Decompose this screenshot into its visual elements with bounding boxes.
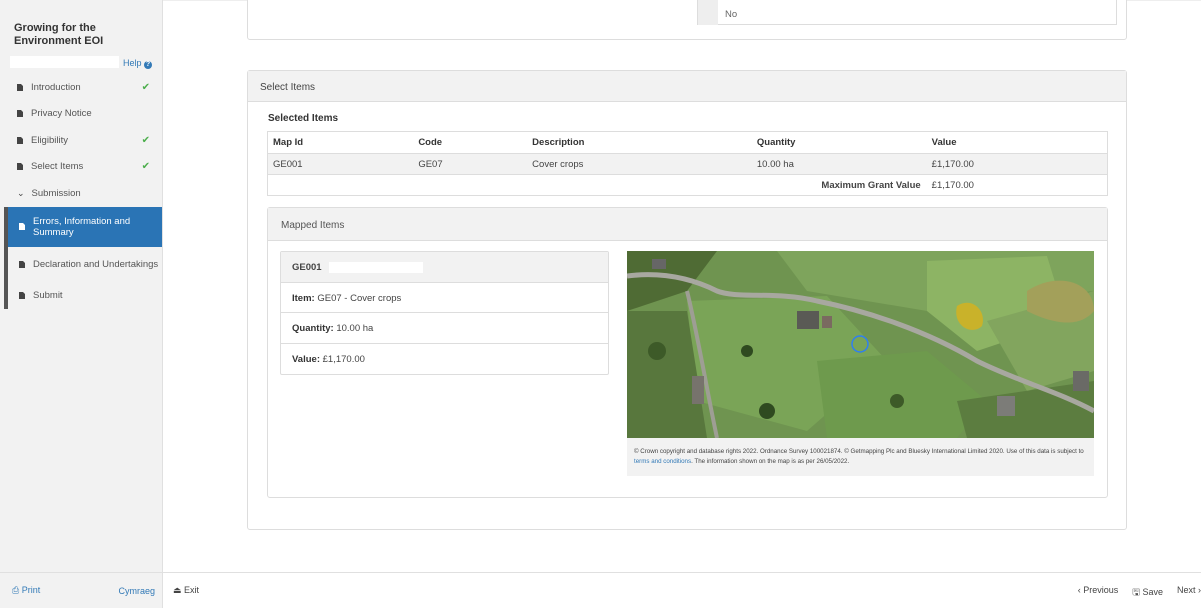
column-header: Description bbox=[527, 131, 752, 154]
app-title: Growing for the Environment EOI bbox=[14, 22, 104, 47]
bottom-toolbar: ⏏ Exit ‹ Previous 🖫 Save Next › bbox=[163, 572, 1201, 608]
next-label: Next bbox=[1176, 585, 1196, 595]
table-row: GE001 GE07 Cover crops 10.00 ha £1,170.0… bbox=[267, 153, 1108, 175]
sidebar-tools: Help ? bbox=[0, 55, 162, 69]
save-icon: 🖫 bbox=[1132, 587, 1140, 597]
card-header: GE001 bbox=[281, 252, 608, 283]
sidebar-item-label: Privacy Notice bbox=[31, 108, 92, 120]
sidebar-item-eligibility[interactable]: Eligibility ✔ bbox=[0, 127, 162, 154]
radio-button[interactable] bbox=[698, 0, 718, 25]
sidebar-item-errors-summary[interactable]: Errors, Information and Summary bbox=[8, 206, 162, 247]
print-link[interactable]: ⎙ Print bbox=[12, 585, 40, 596]
eject-icon: ⏏ bbox=[173, 585, 182, 595]
document-icon bbox=[19, 292, 25, 299]
column-header: Quantity bbox=[751, 131, 927, 154]
sidebar-group-submission[interactable]: ⌄ Submission bbox=[0, 180, 162, 207]
attribution-text: © Crown copyright and database rights 20… bbox=[634, 448, 1084, 455]
aerial-map[interactable] bbox=[627, 251, 1094, 438]
redacted-region bbox=[329, 262, 423, 273]
card-value-row: Value: £1,170.00 bbox=[281, 344, 608, 375]
checkmark-icon: ✔ bbox=[141, 161, 150, 173]
card-item-row: Item: GE07 - Cover crops bbox=[281, 283, 608, 313]
cell-code: GE07 bbox=[413, 153, 528, 175]
help-label: Help bbox=[122, 58, 142, 68]
column-header: Value bbox=[926, 131, 1108, 154]
document-icon bbox=[19, 223, 25, 230]
sidebar-item-label: Errors, Information and Summary bbox=[33, 215, 131, 238]
chevron-left-icon: ‹ bbox=[1077, 585, 1081, 595]
card-item-value: GE07 - Cover crops bbox=[317, 292, 402, 304]
previous-question-panel: No bbox=[247, 0, 1127, 40]
chevron-down-icon: ⌄ bbox=[17, 187, 25, 198]
sidebar-item-declaration[interactable]: Declaration and Undertakings bbox=[8, 247, 162, 283]
mapped-items-panel: Mapped Items GE001 Item: GE07 - Cover cr… bbox=[267, 207, 1108, 498]
max-grant-label: Maximum Grant Value bbox=[267, 174, 927, 196]
cell-map-id: GE001 bbox=[267, 153, 414, 175]
radio-option-no[interactable]: No bbox=[697, 0, 1117, 25]
print-label: Print bbox=[21, 585, 41, 595]
sidebar-item-label: Declaration and Undertakings bbox=[33, 259, 159, 270]
previous-label: Previous bbox=[1083, 585, 1119, 595]
document-icon bbox=[17, 83, 23, 91]
exit-label: Exit bbox=[184, 585, 200, 595]
checkmark-icon: ✔ bbox=[141, 134, 150, 146]
card-quantity-value: 10.00 ha bbox=[336, 323, 374, 334]
checkmark-icon: ✔ bbox=[141, 81, 150, 93]
card-value-value: £1,170.00 bbox=[322, 353, 365, 365]
navigation-buttons: ‹ Previous 🖫 Save Next › bbox=[1078, 585, 1201, 601]
next-button[interactable]: Next › bbox=[1177, 585, 1201, 601]
select-items-panel: Select Items Selected Items Map Id Code … bbox=[247, 70, 1127, 530]
document-icon bbox=[17, 110, 23, 118]
sidebar-subnav: Errors, Information and Summary Declarat… bbox=[4, 206, 162, 309]
panel-title: Select Items bbox=[248, 71, 1126, 102]
card-id: GE001 bbox=[292, 262, 322, 273]
mapped-item-card: GE001 Item: GE07 - Cover crops Quantity:… bbox=[280, 251, 609, 375]
terms-link[interactable]: terms and conditions bbox=[634, 458, 691, 465]
help-icon: ? bbox=[144, 61, 152, 69]
max-grant-value: £1,170.00 bbox=[926, 174, 1108, 196]
cell-value: £1,170.00 bbox=[926, 153, 1108, 175]
radio-label: No bbox=[725, 9, 738, 20]
card-item-label: Item: bbox=[292, 292, 315, 304]
sidebar-search-box[interactable] bbox=[10, 56, 119, 68]
total-row: Maximum Grant Value £1,170.00 bbox=[267, 174, 1108, 196]
card-quantity-label: Quantity: bbox=[292, 323, 334, 334]
save-button[interactable]: 🖫 Save bbox=[1132, 585, 1163, 601]
map-attribution: © Crown copyright and database rights 20… bbox=[634, 447, 1094, 466]
sidebar-item-label: Submit bbox=[33, 290, 63, 301]
document-icon bbox=[19, 261, 25, 268]
sidebar-item-label: Introduction bbox=[31, 81, 81, 93]
exit-button[interactable]: ⏏ Exit bbox=[173, 585, 199, 596]
sidebar-item-introduction[interactable]: Introduction ✔ bbox=[0, 74, 162, 101]
selected-items-table: Map Id Code Description Quantity Value G… bbox=[267, 131, 1108, 196]
language-link[interactable]: Cymraeg bbox=[118, 586, 155, 596]
sidebar-footer: ⎙ Print Cymraeg bbox=[0, 572, 163, 608]
table-header-row: Map Id Code Description Quantity Value bbox=[267, 131, 1108, 154]
previous-button[interactable]: ‹ Previous bbox=[1078, 585, 1119, 601]
selected-items-heading: Selected Items bbox=[268, 113, 339, 124]
sidebar-item-label: Select Items bbox=[31, 161, 84, 173]
sidebar-group-label: Submission bbox=[31, 187, 81, 199]
sidebar-item-select-items[interactable]: Select Items ✔ bbox=[0, 154, 162, 181]
map-container: © Crown copyright and database rights 20… bbox=[627, 251, 1094, 476]
card-value-label: Value: bbox=[292, 353, 320, 365]
aerial-map-image bbox=[627, 251, 1094, 438]
card-quantity-row: Quantity: 10.00 ha bbox=[281, 313, 608, 344]
save-label: Save bbox=[1142, 587, 1163, 597]
column-header: Map Id bbox=[267, 131, 414, 154]
document-icon bbox=[17, 136, 23, 144]
sidebar-item-privacy-notice[interactable]: Privacy Notice bbox=[0, 101, 162, 128]
sidebar-item-submit[interactable]: Submit bbox=[8, 283, 162, 309]
mapped-items-heading: Mapped Items bbox=[268, 208, 1107, 241]
attribution-tail: . The information shown on the map is as… bbox=[691, 457, 850, 465]
cell-quantity: 10.00 ha bbox=[751, 153, 927, 175]
document-icon bbox=[17, 163, 23, 171]
column-header: Code bbox=[413, 131, 528, 154]
sidebar-item-label: Eligibility bbox=[31, 134, 68, 146]
sidebar-nav: Introduction ✔ Privacy Notice Eligibilit… bbox=[0, 74, 162, 309]
help-link[interactable]: Help ? bbox=[123, 58, 152, 69]
sidebar: Growing for the Environment EOI Help ? I… bbox=[0, 0, 163, 608]
print-icon: ⎙ bbox=[12, 585, 20, 595]
cell-description: Cover crops bbox=[527, 153, 752, 175]
